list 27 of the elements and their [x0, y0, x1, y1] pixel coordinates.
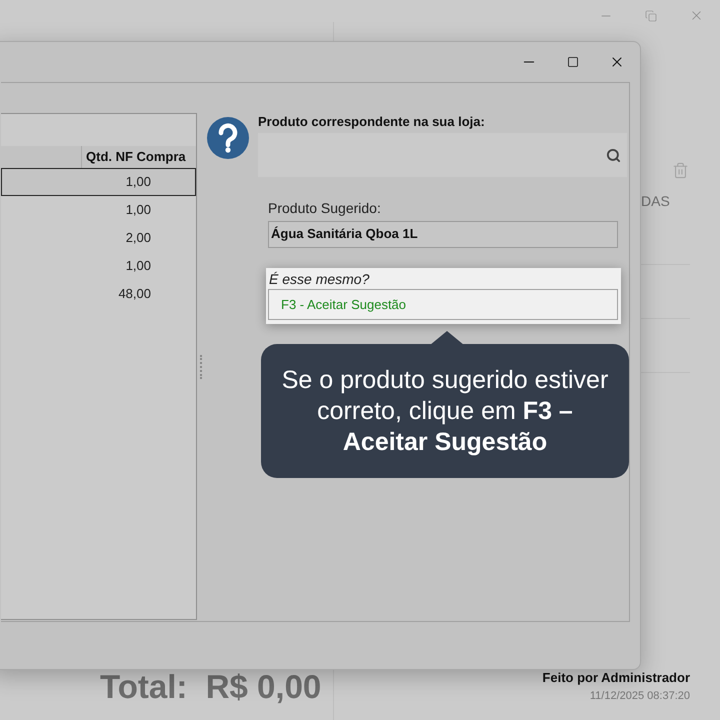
- table-row[interactable]: 48,00: [1, 280, 196, 308]
- help-icon: [207, 117, 249, 159]
- suggested-product-field[interactable]: Água Sanitária Qboa 1L: [268, 221, 618, 248]
- table-row[interactable]: 2,00: [1, 224, 196, 252]
- field-label: Produto Sugerido:: [268, 199, 382, 217]
- side-label: DAS: [641, 192, 670, 211]
- search-icon[interactable]: [606, 148, 621, 162]
- table-row[interactable]: 1,00: [1, 252, 196, 280]
- table-cell-text: 2,00: [124, 229, 152, 247]
- author-label: Feito por Administrador: [542, 669, 690, 687]
- table-cell-text: 48,00: [117, 285, 152, 303]
- table-row[interactable]: 1,00: [1, 196, 196, 224]
- trash-icon[interactable]: [672, 162, 689, 179]
- confirm-question: É esse mesmo?: [268, 270, 370, 288]
- maximize-icon[interactable]: [567, 56, 579, 68]
- table-row[interactable]: 1,00: [1, 168, 196, 196]
- field-label: Produto correspondente na sua loja:: [258, 113, 486, 131]
- splitter-handle[interactable]: [200, 355, 202, 379]
- table-cell-text: 1,00: [124, 201, 152, 219]
- tooltip-text: Se o produto sugerido estiver correto, clique em F3 – Aceitar Sugestão: [280, 364, 610, 458]
- search-field[interactable]: [258, 133, 627, 177]
- total-amount: Total: R$ 0,00: [100, 667, 322, 707]
- table-cell-text: 1,00: [124, 257, 152, 275]
- timestamp: 11/12/2025 08:37:20: [590, 688, 690, 704]
- restore-icon[interactable]: [645, 10, 657, 22]
- table-cell-text: 1,00: [124, 173, 152, 191]
- accept-suggestion-button[interactable]: F3 - Aceitar Sugestão: [268, 289, 618, 320]
